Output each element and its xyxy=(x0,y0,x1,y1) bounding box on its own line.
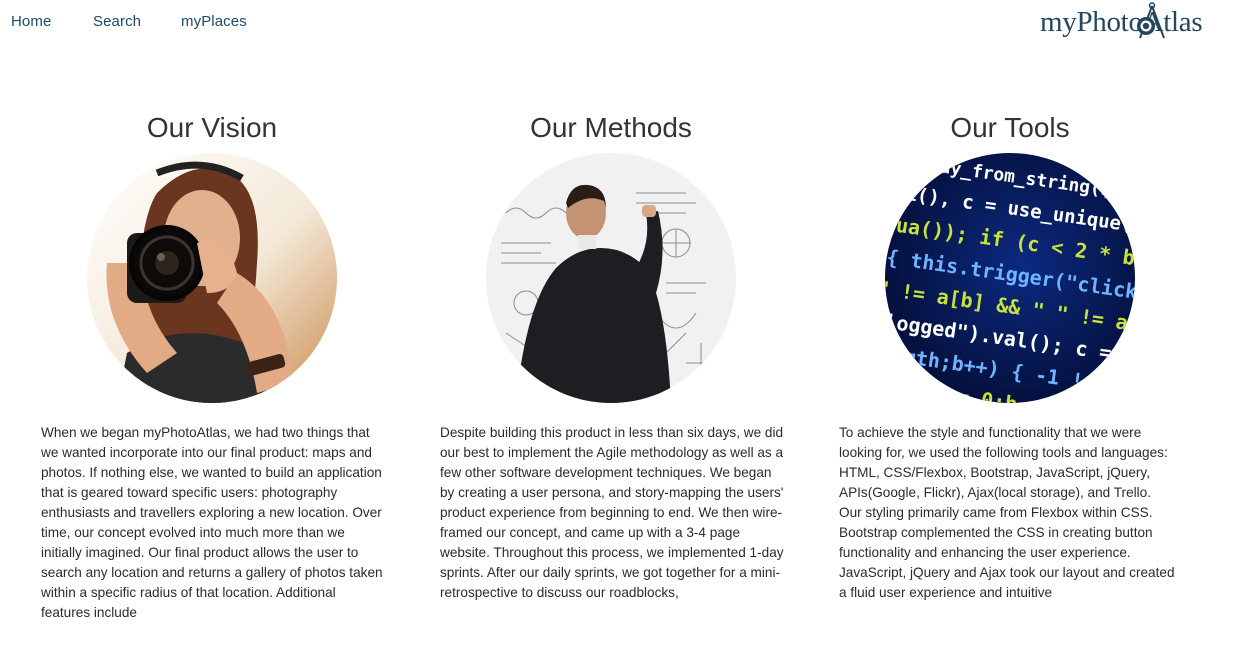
section-body-text: Despite building this product in less th… xyxy=(440,425,784,600)
section-title: Our Methods xyxy=(530,112,692,143)
nav-home-link[interactable]: Home xyxy=(11,13,51,30)
tools-text-paragraph: Our styling primarily came from Flexbox … xyxy=(839,505,1175,600)
section-body-text: To achieve the style and functionality t… xyxy=(839,423,1184,623)
photographer-image xyxy=(87,153,337,403)
code-screen-image: ay_from_string($( i(), c = use_unique(ar… xyxy=(885,153,1135,403)
tools-text-paragraph: To achieve the style and functionality t… xyxy=(839,425,1168,500)
vision-photo xyxy=(87,153,337,403)
tools-photo: ay_from_string($( i(), c = use_unique(ar… xyxy=(885,153,1135,403)
camera-compass-icon xyxy=(1137,2,1165,39)
methods-photo xyxy=(486,153,736,403)
section-body-text: When we began myPhotoAtlas, we had two t… xyxy=(41,425,383,620)
top-nav: Home Search myPlaces myPhotoAtlas xyxy=(0,0,1236,48)
section-tools: Our Tools ay_from_string($( i(), c = use… xyxy=(830,108,1190,600)
nav-search-link[interactable]: Search xyxy=(93,13,141,30)
logo-text: myPhotoAtlas xyxy=(1040,6,1203,38)
whiteboard-image xyxy=(486,153,736,403)
section-vision: Our Vision When we began myPhotoAtlas, w… xyxy=(32,108,392,620)
site-logo[interactable]: myPhotoAtlas xyxy=(1040,2,1230,44)
section-methods: Our Methods Despite building this produc… xyxy=(431,108,791,600)
section-title: Our Vision xyxy=(146,112,278,143)
nav-myplaces-link[interactable]: myPlaces xyxy=(181,13,247,30)
section-title: Our Tools xyxy=(950,112,1070,143)
